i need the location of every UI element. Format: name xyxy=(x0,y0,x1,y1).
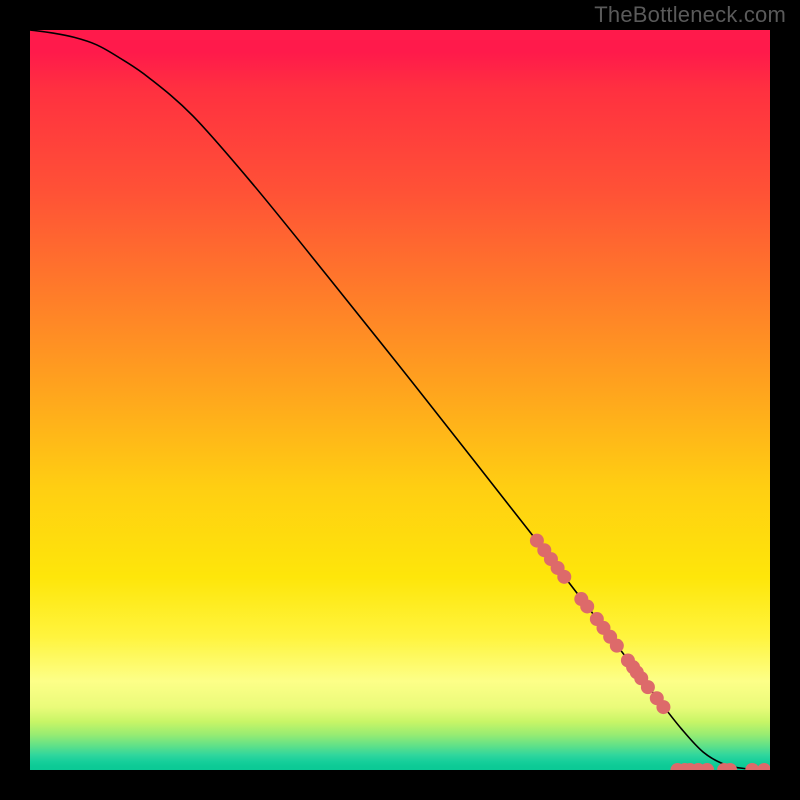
data-point xyxy=(745,763,759,770)
data-point xyxy=(641,680,655,694)
scatter-layer xyxy=(30,30,770,770)
plot-area xyxy=(30,30,770,770)
chart-frame: TheBottleneck.com xyxy=(0,0,800,800)
data-point xyxy=(557,570,571,584)
data-point xyxy=(610,639,624,653)
data-point xyxy=(757,763,770,770)
data-point xyxy=(656,700,670,714)
data-point xyxy=(580,599,594,613)
watermark-text: TheBottleneck.com xyxy=(594,2,786,28)
data-point xyxy=(700,763,714,770)
